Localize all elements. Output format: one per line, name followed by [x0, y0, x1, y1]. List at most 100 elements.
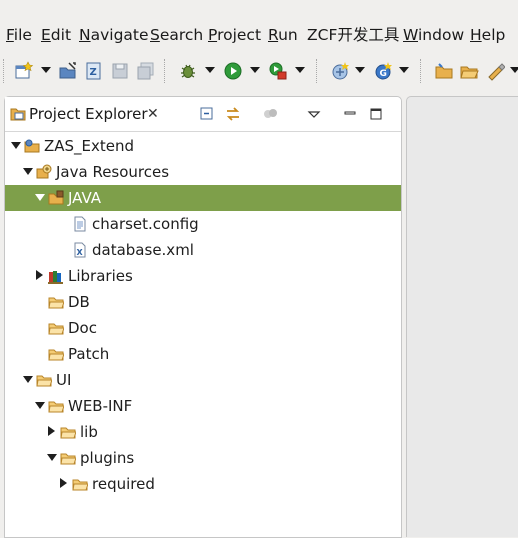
menu-zcf-tools[interactable]: ZCF开发工具 — [307, 24, 399, 46]
tree-node-label: UI — [56, 371, 72, 389]
run-button[interactable] — [221, 59, 245, 83]
menu-run[interactable]: Run — [268, 24, 298, 46]
tree-row[interactable]: charset.config — [5, 211, 401, 237]
run-play-icon — [224, 62, 242, 80]
tree-row[interactable]: Java Resources — [5, 159, 401, 185]
new-button[interactable] — [12, 59, 36, 83]
menu-bar: File Edit Navigate Search Project Run ZC… — [0, 22, 518, 48]
project-explorer-view: Project Explorer ✕ ZAS_Extend Java Resour… — [4, 96, 402, 538]
tree-row[interactable]: Doc — [5, 315, 401, 341]
tree-node-label: DB — [68, 293, 90, 311]
menu-navigate[interactable]: Navigate — [79, 24, 149, 46]
new-wizard-icon — [15, 61, 34, 79]
libraries-icon — [48, 271, 63, 284]
tree-row[interactable]: required — [5, 471, 401, 497]
new-project-icon — [332, 62, 349, 80]
zcf-z-icon: Z — [86, 62, 101, 80]
tree-row[interactable]: plugins — [5, 445, 401, 471]
menu-project[interactable]: Project — [208, 24, 261, 46]
new-dropdown-arrow[interactable] — [41, 67, 51, 73]
tree-row[interactable]: lib — [5, 419, 401, 445]
new-project-dropdown-arrow[interactable] — [355, 67, 365, 73]
collapsed-twisty-icon[interactable] — [48, 426, 55, 436]
tool-dropdown-arrow[interactable] — [510, 67, 518, 73]
pencil-tool-icon — [488, 63, 505, 81]
tree-node-label: Libraries — [68, 267, 133, 285]
source-folder-icon — [48, 190, 64, 205]
expanded-twisty-icon[interactable] — [23, 168, 33, 175]
save-all-icon — [137, 62, 154, 80]
tree-node-label: Doc — [68, 319, 97, 337]
svg-text:Z: Z — [90, 67, 97, 78]
new-class-button[interactable]: G — [372, 59, 396, 83]
tree-row[interactable]: Patch — [5, 341, 401, 367]
tree-node-label: database.xml — [92, 241, 194, 259]
focus-on-active-task-button[interactable] — [261, 105, 279, 123]
debug-dropdown-arrow[interactable] — [205, 67, 215, 73]
close-view-icon[interactable]: ✕ — [147, 106, 159, 122]
open-task-button[interactable] — [457, 59, 481, 83]
tab-project-explorer[interactable]: Project Explorer ✕ — [5, 97, 165, 131]
maximize-view-button[interactable] — [367, 105, 385, 123]
collapsed-twisty-icon[interactable] — [36, 270, 43, 280]
external-tools-dropdown-arrow[interactable] — [295, 67, 305, 73]
tree-row[interactable]: ZAS_Extend — [5, 133, 401, 159]
run-dropdown-arrow[interactable] — [250, 67, 260, 73]
minimize-view-button[interactable] — [341, 105, 359, 123]
open-type-button[interactable] — [432, 59, 456, 83]
link-with-editor-button[interactable] — [224, 105, 242, 123]
toolbar-separator — [164, 59, 167, 83]
expanded-twisty-icon[interactable] — [35, 194, 45, 201]
open-folder-icon — [59, 62, 76, 79]
folder-open-icon — [460, 66, 479, 79]
tree-node-label: Java Resources — [56, 163, 170, 181]
tree-row[interactable]: DB — [5, 289, 401, 315]
folder-icon — [72, 479, 88, 491]
open-type-folder-icon — [435, 63, 453, 79]
file-icon — [74, 216, 86, 232]
save-button[interactable] — [108, 59, 132, 83]
project-explorer-icon — [10, 108, 26, 121]
tree-row[interactable]: Libraries — [5, 263, 401, 289]
folder-icon — [60, 453, 76, 465]
folder-icon — [48, 401, 64, 413]
menu-file[interactable]: File — [6, 24, 32, 46]
folder-icon — [48, 349, 64, 361]
expanded-twisty-icon[interactable] — [47, 454, 57, 461]
maximize-icon — [370, 108, 382, 120]
external-tools-button[interactable] — [266, 59, 290, 83]
tree-node-label: WEB-INF — [68, 397, 133, 415]
collapsed-twisty-icon[interactable] — [60, 478, 67, 488]
collapse-all-button[interactable] — [198, 105, 216, 123]
view-header: Project Explorer ✕ — [5, 97, 401, 132]
tree-row[interactable]: UI — [5, 367, 401, 393]
collapse-all-icon — [200, 107, 213, 120]
menu-edit[interactable]: Edit — [41, 24, 71, 46]
tree-row[interactable]: Xdatabase.xml — [5, 237, 401, 263]
menu-window[interactable]: Window — [403, 24, 464, 46]
tree-node-label: required — [92, 475, 155, 493]
java-resources-icon — [36, 164, 52, 179]
new-java-project-button[interactable] — [329, 59, 353, 83]
expanded-twisty-icon[interactable] — [11, 142, 21, 149]
tree-row[interactable]: JAVA — [5, 185, 401, 211]
save-all-button[interactable] — [134, 59, 158, 83]
toolbar-separator — [316, 59, 319, 83]
expanded-twisty-icon[interactable] — [35, 402, 45, 409]
new-class-dropdown-arrow[interactable] — [399, 67, 409, 73]
menu-help[interactable]: Help — [470, 24, 505, 46]
toolbar-separator — [420, 59, 423, 83]
expanded-twisty-icon[interactable] — [23, 376, 33, 383]
project-icon — [24, 139, 40, 153]
menu-search[interactable]: Search — [150, 24, 203, 46]
open-button[interactable] — [56, 59, 80, 83]
view-menu-button[interactable] — [305, 105, 323, 123]
zcf-button[interactable]: Z — [82, 59, 106, 83]
debug-button[interactable] — [176, 59, 200, 83]
tree-node-label: JAVA — [68, 189, 102, 207]
tree-node-label: lib — [80, 423, 98, 441]
search-tool-button[interactable] — [483, 59, 507, 83]
tree-row[interactable]: WEB-INF — [5, 393, 401, 419]
xml-file-icon: X — [74, 242, 86, 258]
main-toolbar: Z G — [0, 54, 518, 88]
